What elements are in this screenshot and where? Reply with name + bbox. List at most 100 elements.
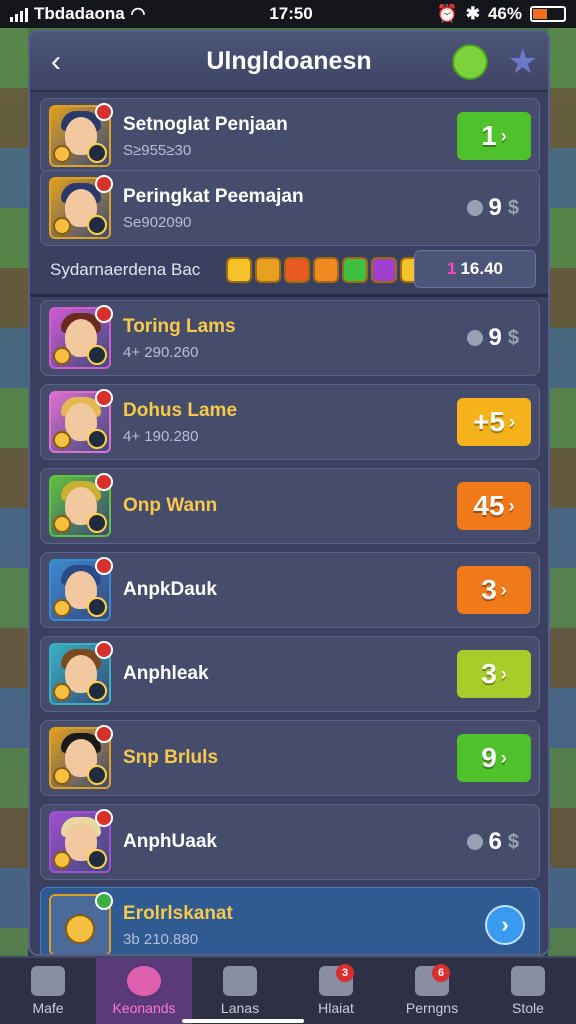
score-button[interactable]: 9 › [457, 734, 531, 782]
player-name: AnpkDauk [123, 579, 217, 600]
clover-icon[interactable] [452, 44, 488, 80]
divider [30, 294, 548, 297]
list-item[interactable]: Toring Lams 4+ 290.260 9 $ [40, 300, 540, 376]
bomb-icon [466, 200, 483, 216]
coin-icon: $ [507, 196, 519, 219]
avatar [49, 305, 113, 369]
avatar [49, 725, 113, 789]
player-score-detail: 4+ 290.260 [123, 343, 199, 361]
carrier-label: Tbdadaona [34, 4, 125, 23]
chevron-right-icon: › [508, 495, 515, 516]
list-item[interactable]: Setnoglat Penjaan S≥955≥30 1 › [40, 98, 540, 174]
chevron-right-icon: › [500, 747, 507, 768]
featured-name: Erolrlskanat [123, 902, 233, 924]
achievement-bar: Sydarnaerdena Bac 1 16.40 [40, 248, 540, 292]
header: ‹ Ulngldoanesn ★ [30, 32, 548, 92]
player-name: Peringkat Peemajan [123, 185, 304, 207]
avatar [49, 473, 113, 537]
avatar [49, 389, 113, 453]
gem-icon [226, 257, 252, 283]
score-value: 9 $ [466, 324, 519, 352]
chevron-right-icon: › [500, 663, 507, 684]
nav-item[interactable]: Stole [480, 958, 576, 1024]
bottom-nav: Mafe Keonands Lanas Hlaiat 3 Perngns 6 Stole [0, 956, 576, 1024]
achievement-value: 1 16.40 [414, 250, 536, 288]
nav-item[interactable]: Keonands [96, 958, 192, 1024]
back-button[interactable]: ‹ [40, 44, 72, 80]
leaderboard-panel: ‹ Ulngldoanesn ★ Setnoglat Penjaan S≥955… [28, 30, 550, 956]
coin-icon: $ [507, 326, 519, 349]
player-name: Snp Brluls [123, 747, 219, 768]
achievement-gems [226, 257, 426, 283]
page-title: Ulngldoanesn [206, 46, 372, 75]
nav-icon [223, 966, 257, 996]
notification-badge: 3 [336, 964, 354, 982]
battery-percent: 46% [487, 4, 522, 23]
nav-item[interactable]: Mafe [0, 958, 96, 1024]
player-score-detail: S≥955≥30 [123, 141, 192, 159]
score-value: 6 $ [466, 828, 519, 856]
bomb-icon [466, 330, 483, 346]
featured-sub: 3b 210.880 [123, 930, 199, 948]
chevron-right-icon: › [500, 125, 507, 146]
player-name: Anphleak [123, 663, 209, 684]
list-item[interactable]: Snp Brluls 9 › [40, 720, 540, 796]
list-item[interactable]: Dohus Lame 4+ 190.280 +5 › [40, 384, 540, 460]
nav-item[interactable]: Hlaiat 3 [288, 958, 384, 1024]
chevron-right-icon: › [501, 912, 509, 937]
score-button[interactable]: 45 › [457, 482, 531, 530]
gem-icon [371, 257, 397, 283]
player-name: Toring Lams [123, 315, 236, 337]
avatar [49, 175, 113, 239]
score-button[interactable]: 3 › [457, 566, 531, 614]
alarm-icon: ⏰ [436, 4, 458, 23]
avatar [49, 103, 113, 167]
bomb-icon [466, 834, 483, 850]
nav-item[interactable]: Lanas [192, 958, 288, 1024]
background-decoration-right [548, 28, 576, 958]
coin-icon: $ [507, 830, 519, 853]
background-decoration-left [0, 28, 28, 958]
status-bar: Tbdadaona ◠ 17:50 ⏰ ✱ 46% [0, 0, 576, 28]
player-score-detail: Se902090 [123, 213, 192, 231]
player-name: Setnoglat Penjaan [123, 113, 288, 135]
list-item[interactable]: Peringkat Peemajan Se902090 9 $ [40, 170, 540, 246]
star-icon[interactable]: ★ [508, 42, 538, 82]
list-item[interactable]: Onp Wann 45 › [40, 468, 540, 544]
featured-row[interactable]: Erolrlskanat 3b 210.880 › [40, 887, 540, 954]
chevron-right-icon: › [508, 411, 515, 432]
clock: 17:50 [269, 4, 313, 23]
notification-badge: 6 [432, 964, 450, 982]
gem-icon [255, 257, 281, 283]
gem-icon [313, 257, 339, 283]
nav-icon [31, 966, 65, 996]
nav-icon [127, 966, 161, 996]
player-name: AnphUaak [123, 831, 217, 852]
list-item[interactable]: AnpkDauk 3 › [40, 552, 540, 628]
avatar [49, 641, 113, 705]
player-score-detail: 4+ 190.280 [123, 427, 199, 445]
score-button[interactable]: 3 › [457, 650, 531, 698]
nav-item[interactable]: Perngns 6 [384, 958, 480, 1024]
wifi-icon: ◠ [130, 4, 146, 23]
avatar [49, 809, 113, 873]
player-name: Onp Wann [123, 495, 218, 516]
achievement-label: Sydarnaerdena Bac [50, 260, 201, 279]
featured-go-button[interactable]: › [485, 905, 525, 945]
score-button[interactable]: 1 › [457, 112, 531, 160]
score-value: 9 $ [466, 194, 519, 222]
list-item[interactable]: AnphUaak 6 $ [40, 804, 540, 880]
nav-icon [511, 966, 545, 996]
chevron-right-icon: › [500, 579, 507, 600]
gem-icon [284, 257, 310, 283]
avatar [49, 557, 113, 621]
chevron-left-icon: ‹ [51, 45, 61, 78]
battery-icon [529, 6, 566, 22]
list-item[interactable]: Anphleak 3 › [40, 636, 540, 712]
player-name: Dohus Lame [123, 399, 238, 421]
score-button[interactable]: +5 › [457, 398, 531, 446]
avatar [49, 892, 113, 954]
signal-icon [10, 6, 28, 22]
bluetooth-icon: ✱ [465, 4, 480, 23]
home-indicator [182, 1019, 304, 1023]
